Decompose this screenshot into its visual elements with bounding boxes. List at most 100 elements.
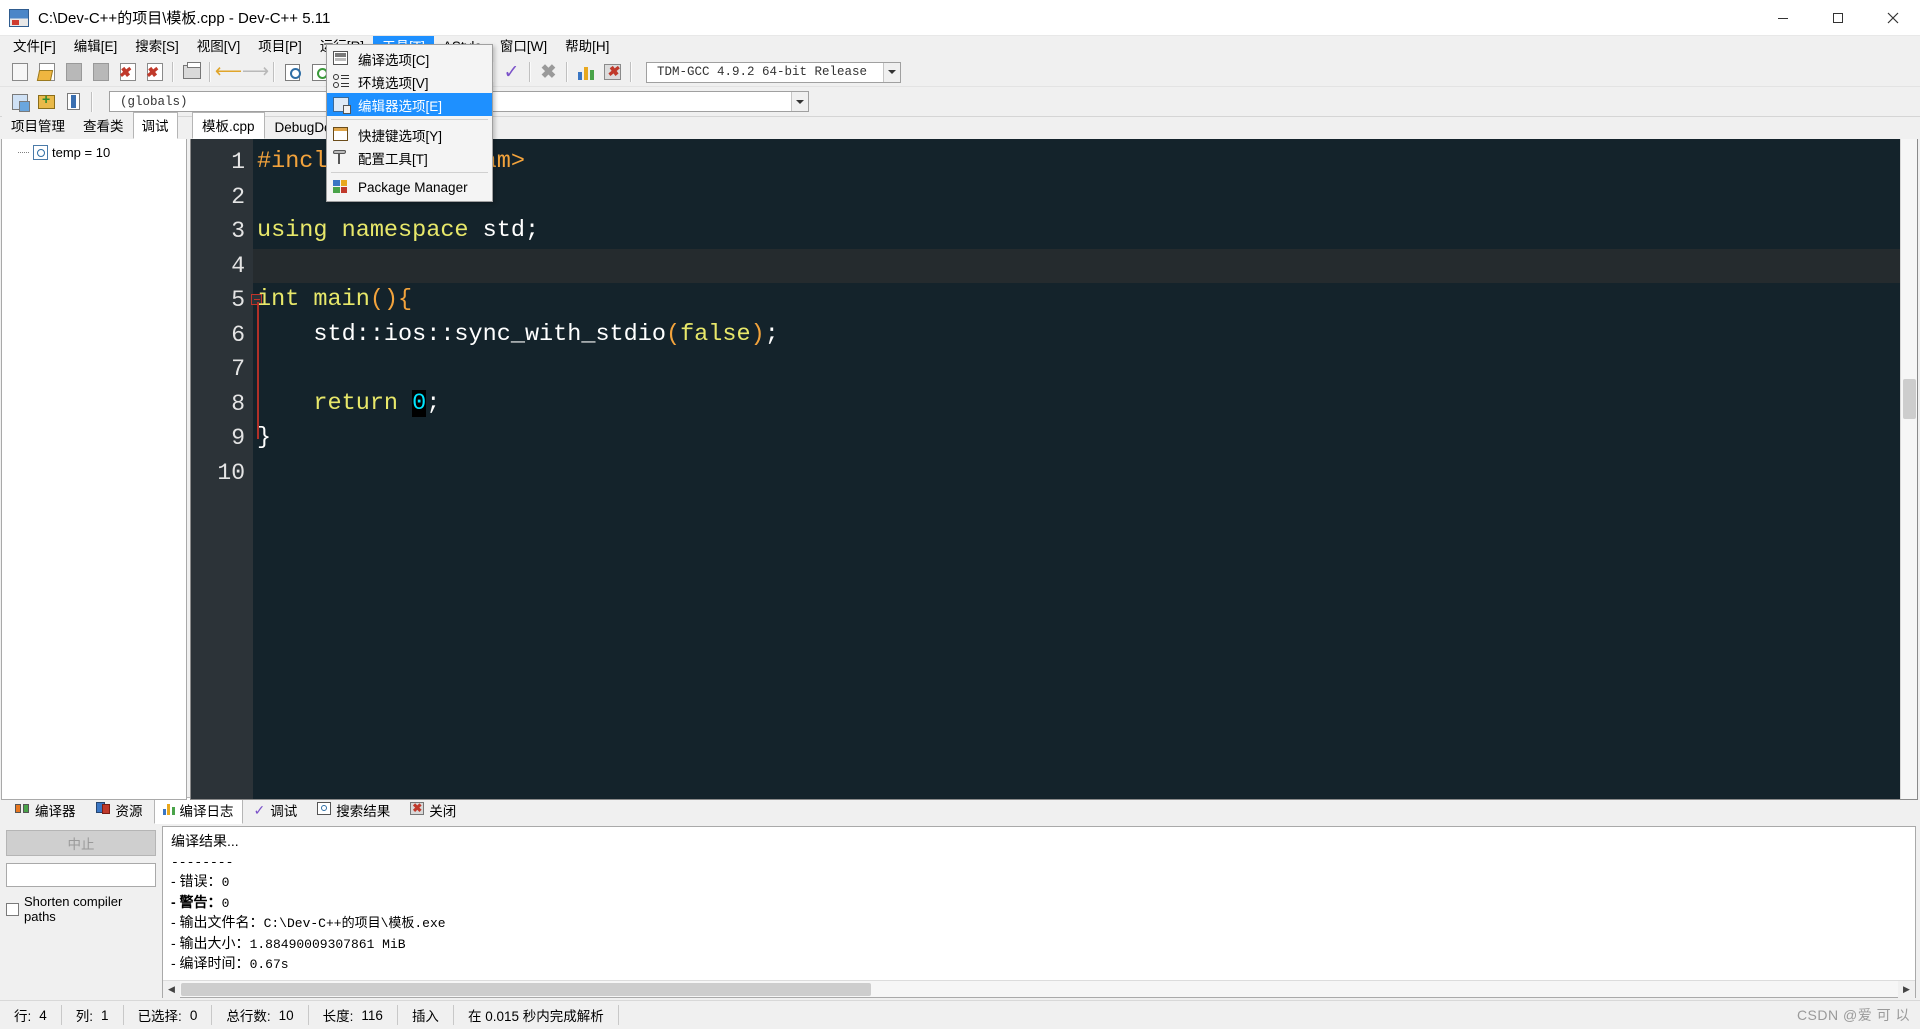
menu-edit[interactable]: 编辑[E]	[65, 36, 127, 58]
code-line[interactable]: return 0;	[253, 387, 1917, 422]
editor-vertical-scrollbar[interactable]	[1900, 139, 1917, 799]
shorten-paths-checkbox[interactable]	[6, 903, 19, 916]
tab-close-panel[interactable]: ✖关闭	[401, 797, 465, 824]
menu-item-package-manager[interactable]: Package Manager	[327, 176, 492, 199]
chevron-down-icon[interactable]	[883, 63, 900, 82]
tab-search-results[interactable]: 搜索结果	[308, 797, 399, 824]
stop-execution-button[interactable]: ✖	[535, 60, 562, 85]
function-scope-value: (globals)	[120, 95, 188, 109]
open-file-button[interactable]	[33, 60, 60, 85]
tab-debug[interactable]: 调试	[133, 112, 178, 139]
menu-project[interactable]: 项目[P]	[249, 36, 311, 58]
tab-template-cpp[interactable]: 模板.cpp	[192, 112, 265, 139]
shorten-paths-row[interactable]: Shorten compiler paths	[6, 894, 156, 924]
code-line[interactable]	[253, 352, 1917, 387]
menu-item-compiler-options[interactable]: 编译选项[C]	[327, 47, 492, 70]
menu-file[interactable]: 文件[F]	[4, 36, 65, 58]
print-button[interactable]	[178, 60, 205, 85]
tab-debug-panel[interactable]: ✓调试	[245, 797, 307, 824]
code-line[interactable]	[253, 180, 1917, 215]
menu-window[interactable]: 窗口[W]	[491, 36, 556, 58]
tab-compile-log[interactable]: 编译日志	[154, 797, 243, 824]
project-options-button[interactable]	[60, 89, 87, 114]
profile-icon	[578, 65, 594, 80]
redo-arrow-icon: ⟶	[242, 63, 269, 81]
bottom-tab-label: 编译日志	[180, 800, 234, 820]
left-panel: 项目管理查看类调试 temp = 10	[0, 117, 188, 800]
syntax-check-button[interactable]: ✓	[498, 60, 525, 85]
scroll-left-arrow-icon[interactable]: ◀	[163, 981, 180, 998]
profile-button[interactable]	[572, 60, 599, 85]
line-number-gutter: 12345678910	[191, 139, 253, 799]
code-line[interactable]: std::ios::sync_with_stdio(false);	[253, 318, 1917, 353]
minimize-button[interactable]	[1755, 0, 1810, 36]
tools-dropdown-menu[interactable]: 编译选项[C]环境选项[V]编辑器选项[E] 快捷键选项[Y]配置工具[T] Pac…	[326, 44, 493, 202]
tab-resources[interactable]: 资源	[87, 797, 152, 824]
package-manager-icon	[333, 180, 350, 196]
tab-project-manager[interactable]: 项目管理	[2, 112, 74, 139]
close-button[interactable]	[1865, 0, 1920, 36]
tab-compiler[interactable]: 编译器	[6, 797, 85, 824]
code-line[interactable]: int main(){	[253, 283, 1917, 318]
abort-button[interactable]: 中止	[6, 830, 156, 856]
check-mark-icon: ✓	[504, 63, 520, 82]
save-all-button[interactable]	[87, 60, 114, 85]
log-horizontal-scrollbar[interactable]: ◀ ▶	[163, 980, 1915, 997]
line-number: 1	[191, 145, 253, 180]
close-all-button[interactable]: ✖	[141, 60, 168, 85]
menu-item-configure-tools[interactable]: 配置工具[T]	[327, 146, 492, 169]
debug-watch-panel[interactable]: temp = 10	[1, 139, 187, 800]
code-editor[interactable]: 12345678910 #include <iostream> using na…	[190, 139, 1918, 800]
redo-button[interactable]: ⟶	[242, 60, 269, 85]
save-file-button[interactable]	[60, 60, 87, 85]
new-file-button[interactable]	[6, 60, 33, 85]
menu-item-shortcut-options[interactable]: 快捷键选项[Y]	[327, 123, 492, 146]
h-scrollbar-thumb[interactable]	[181, 983, 871, 996]
code-token: using namespace	[257, 217, 483, 244]
watch-item[interactable]: temp = 10	[2, 139, 186, 160]
project-toolbar: (globals)	[0, 87, 1920, 117]
new-project-button[interactable]	[6, 89, 33, 114]
code-line[interactable]: using namespace std;	[253, 214, 1917, 249]
status-col: 列:1	[62, 1004, 123, 1026]
menu-item-label: 编辑器选项[E]	[358, 95, 442, 115]
log-line: - 编译时间：0.67s	[171, 954, 1915, 975]
menu-view[interactable]: 视图[V]	[188, 36, 250, 58]
maximize-button[interactable]	[1810, 0, 1865, 36]
compile-progress-bar	[6, 863, 156, 887]
bottom-panel-body: 中止 Shorten compiler paths 编译结果...-------…	[0, 824, 1920, 1000]
scroll-right-arrow-icon[interactable]: ▶	[1898, 981, 1915, 998]
scrollbar-thumb[interactable]	[1903, 379, 1916, 419]
debug-icon: ✖	[604, 64, 621, 80]
chevron-down-icon[interactable]	[791, 92, 808, 111]
menu-help[interactable]: 帮助[H]	[556, 36, 618, 58]
code-line[interactable]: }	[253, 421, 1917, 456]
main-area: 项目管理查看类调试 temp = 10 模板.cppDebugDemo 1234…	[0, 117, 1920, 800]
code-token: std::ios::sync_with_stdio	[257, 321, 666, 348]
status-length-label: 长度:	[323, 1005, 354, 1025]
status-length: 长度:116	[309, 1004, 397, 1026]
compile-controls: 中止 Shorten compiler paths	[6, 826, 156, 998]
add-to-project-button[interactable]	[33, 89, 60, 114]
code-token: std;	[483, 217, 539, 244]
menu-item-environment-options[interactable]: 环境选项[V]	[327, 70, 492, 93]
menu-item-label: 配置工具[T]	[358, 148, 428, 168]
code-line[interactable]: #include <iostream>	[253, 145, 1917, 180]
close-file-button[interactable]: ✖	[114, 60, 141, 85]
watch-variable-icon	[33, 145, 48, 160]
log-line-label: - 输出大小：	[171, 935, 250, 951]
code-line[interactable]	[253, 456, 1917, 491]
status-separator	[618, 1005, 619, 1025]
menu-search[interactable]: 搜索[S]	[126, 36, 188, 58]
debug-button[interactable]: ✖	[599, 60, 626, 85]
tab-class-browser[interactable]: 查看类	[74, 112, 133, 139]
code-text-area[interactable]: #include <iostream> using namespace std;…	[253, 139, 1917, 799]
compiler-select[interactable]: TDM-GCC 4.9.2 64-bit Release	[646, 62, 901, 83]
find-button[interactable]	[279, 60, 306, 85]
menu-item-editor-options[interactable]: 编辑器选项[E]	[327, 93, 492, 116]
compile-log-view[interactable]: 编译结果...--------- 错误：0- 警告：0- 输出文件名：C:\De…	[162, 826, 1916, 998]
undo-button[interactable]: ⟵	[215, 60, 242, 85]
log-line: - 错误：0	[171, 872, 1915, 893]
code-line[interactable]	[253, 249, 1917, 284]
status-selected-label: 已选择:	[138, 1005, 182, 1025]
